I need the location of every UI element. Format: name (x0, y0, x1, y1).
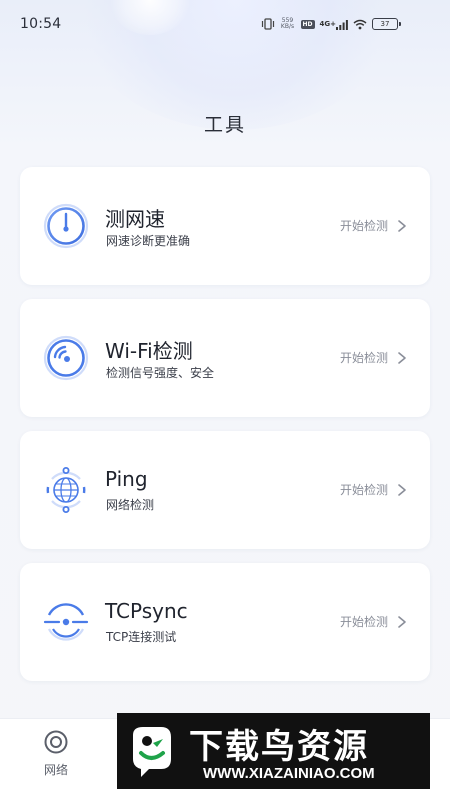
net-speed: 559 KB/s (280, 18, 296, 30)
tool-card-tcpsync[interactable]: TCPsync TCP连接测试 开始检测 (20, 563, 430, 681)
tool-subtitle: 检测信号强度、安全 (106, 366, 215, 380)
chevron-right-icon (398, 351, 406, 364)
tool-subtitle: 网速诊断更准确 (106, 234, 191, 248)
tool-title: 测网速 (105, 207, 165, 231)
start-test-button[interactable]: 开始检测 (340, 481, 408, 498)
battery-icon: 37 (372, 18, 401, 30)
watermark-url: WWW.XIAZAINIAO.COM (203, 765, 375, 782)
tools-page: 10:54 559 KB/s HD 4G+ 37 工具 测网速 网速诊断更准确 … (0, 0, 450, 800)
tool-subtitle: TCP连接测试 (106, 630, 177, 644)
wifi-radar-icon (43, 335, 89, 381)
signal-icon: 4G+ (320, 19, 348, 30)
network-type: 4G+ (319, 20, 336, 28)
tcp-sync-icon (43, 603, 89, 641)
start-test-button[interactable]: 开始检测 (340, 349, 408, 366)
speedometer-icon (43, 203, 89, 249)
start-test-label: 开始检测 (339, 615, 388, 629)
start-test-button[interactable]: 开始检测 (340, 613, 408, 630)
chevron-right-icon (398, 615, 406, 628)
tool-card-speed-test[interactable]: 测网速 网速诊断更准确 开始检测 (20, 167, 430, 285)
tool-title: TCPsync (105, 599, 188, 623)
nav-label: 网络 (43, 763, 68, 777)
chevron-right-icon (398, 219, 406, 232)
tool-title: Ping (105, 467, 148, 491)
tool-title: Wi-Fi检测 (105, 339, 193, 363)
net-speed-unit: KB/s (280, 23, 295, 30)
status-time: 10:54 (20, 16, 62, 32)
start-test-label: 开始检测 (339, 483, 388, 497)
hd-badge: HD (300, 19, 315, 29)
page-title: 工具 (203, 114, 246, 136)
start-test-button[interactable]: 开始检测 (340, 217, 408, 234)
status-bar: 10:54 559 KB/s HD 4G+ 37 (0, 0, 450, 48)
wifi-status-icon (353, 19, 367, 30)
vibrate-icon (261, 18, 275, 30)
start-test-label: 开始检测 (339, 351, 388, 365)
watermark-title: 下载鸟资源 (189, 727, 369, 767)
bird-logo-icon (133, 727, 171, 777)
nav-item-network[interactable]: 网络 (28, 729, 84, 778)
tool-subtitle: 网络检测 (106, 498, 155, 512)
battery-level: 37 (380, 20, 390, 28)
tool-card-wifi-check[interactable]: Wi-Fi检测 检测信号强度、安全 开始检测 (20, 299, 430, 417)
globe-icon (46, 467, 86, 513)
start-test-label: 开始检测 (339, 219, 388, 233)
network-target-icon (44, 730, 68, 754)
watermark-banner: 下载鸟资源 WWW.XIAZAINIAO.COM (117, 713, 430, 789)
tool-card-ping[interactable]: Ping 网络检测 开始检测 (20, 431, 430, 549)
status-icons: 559 KB/s HD 4G+ 37 (261, 14, 401, 34)
chevron-right-icon (398, 483, 406, 496)
